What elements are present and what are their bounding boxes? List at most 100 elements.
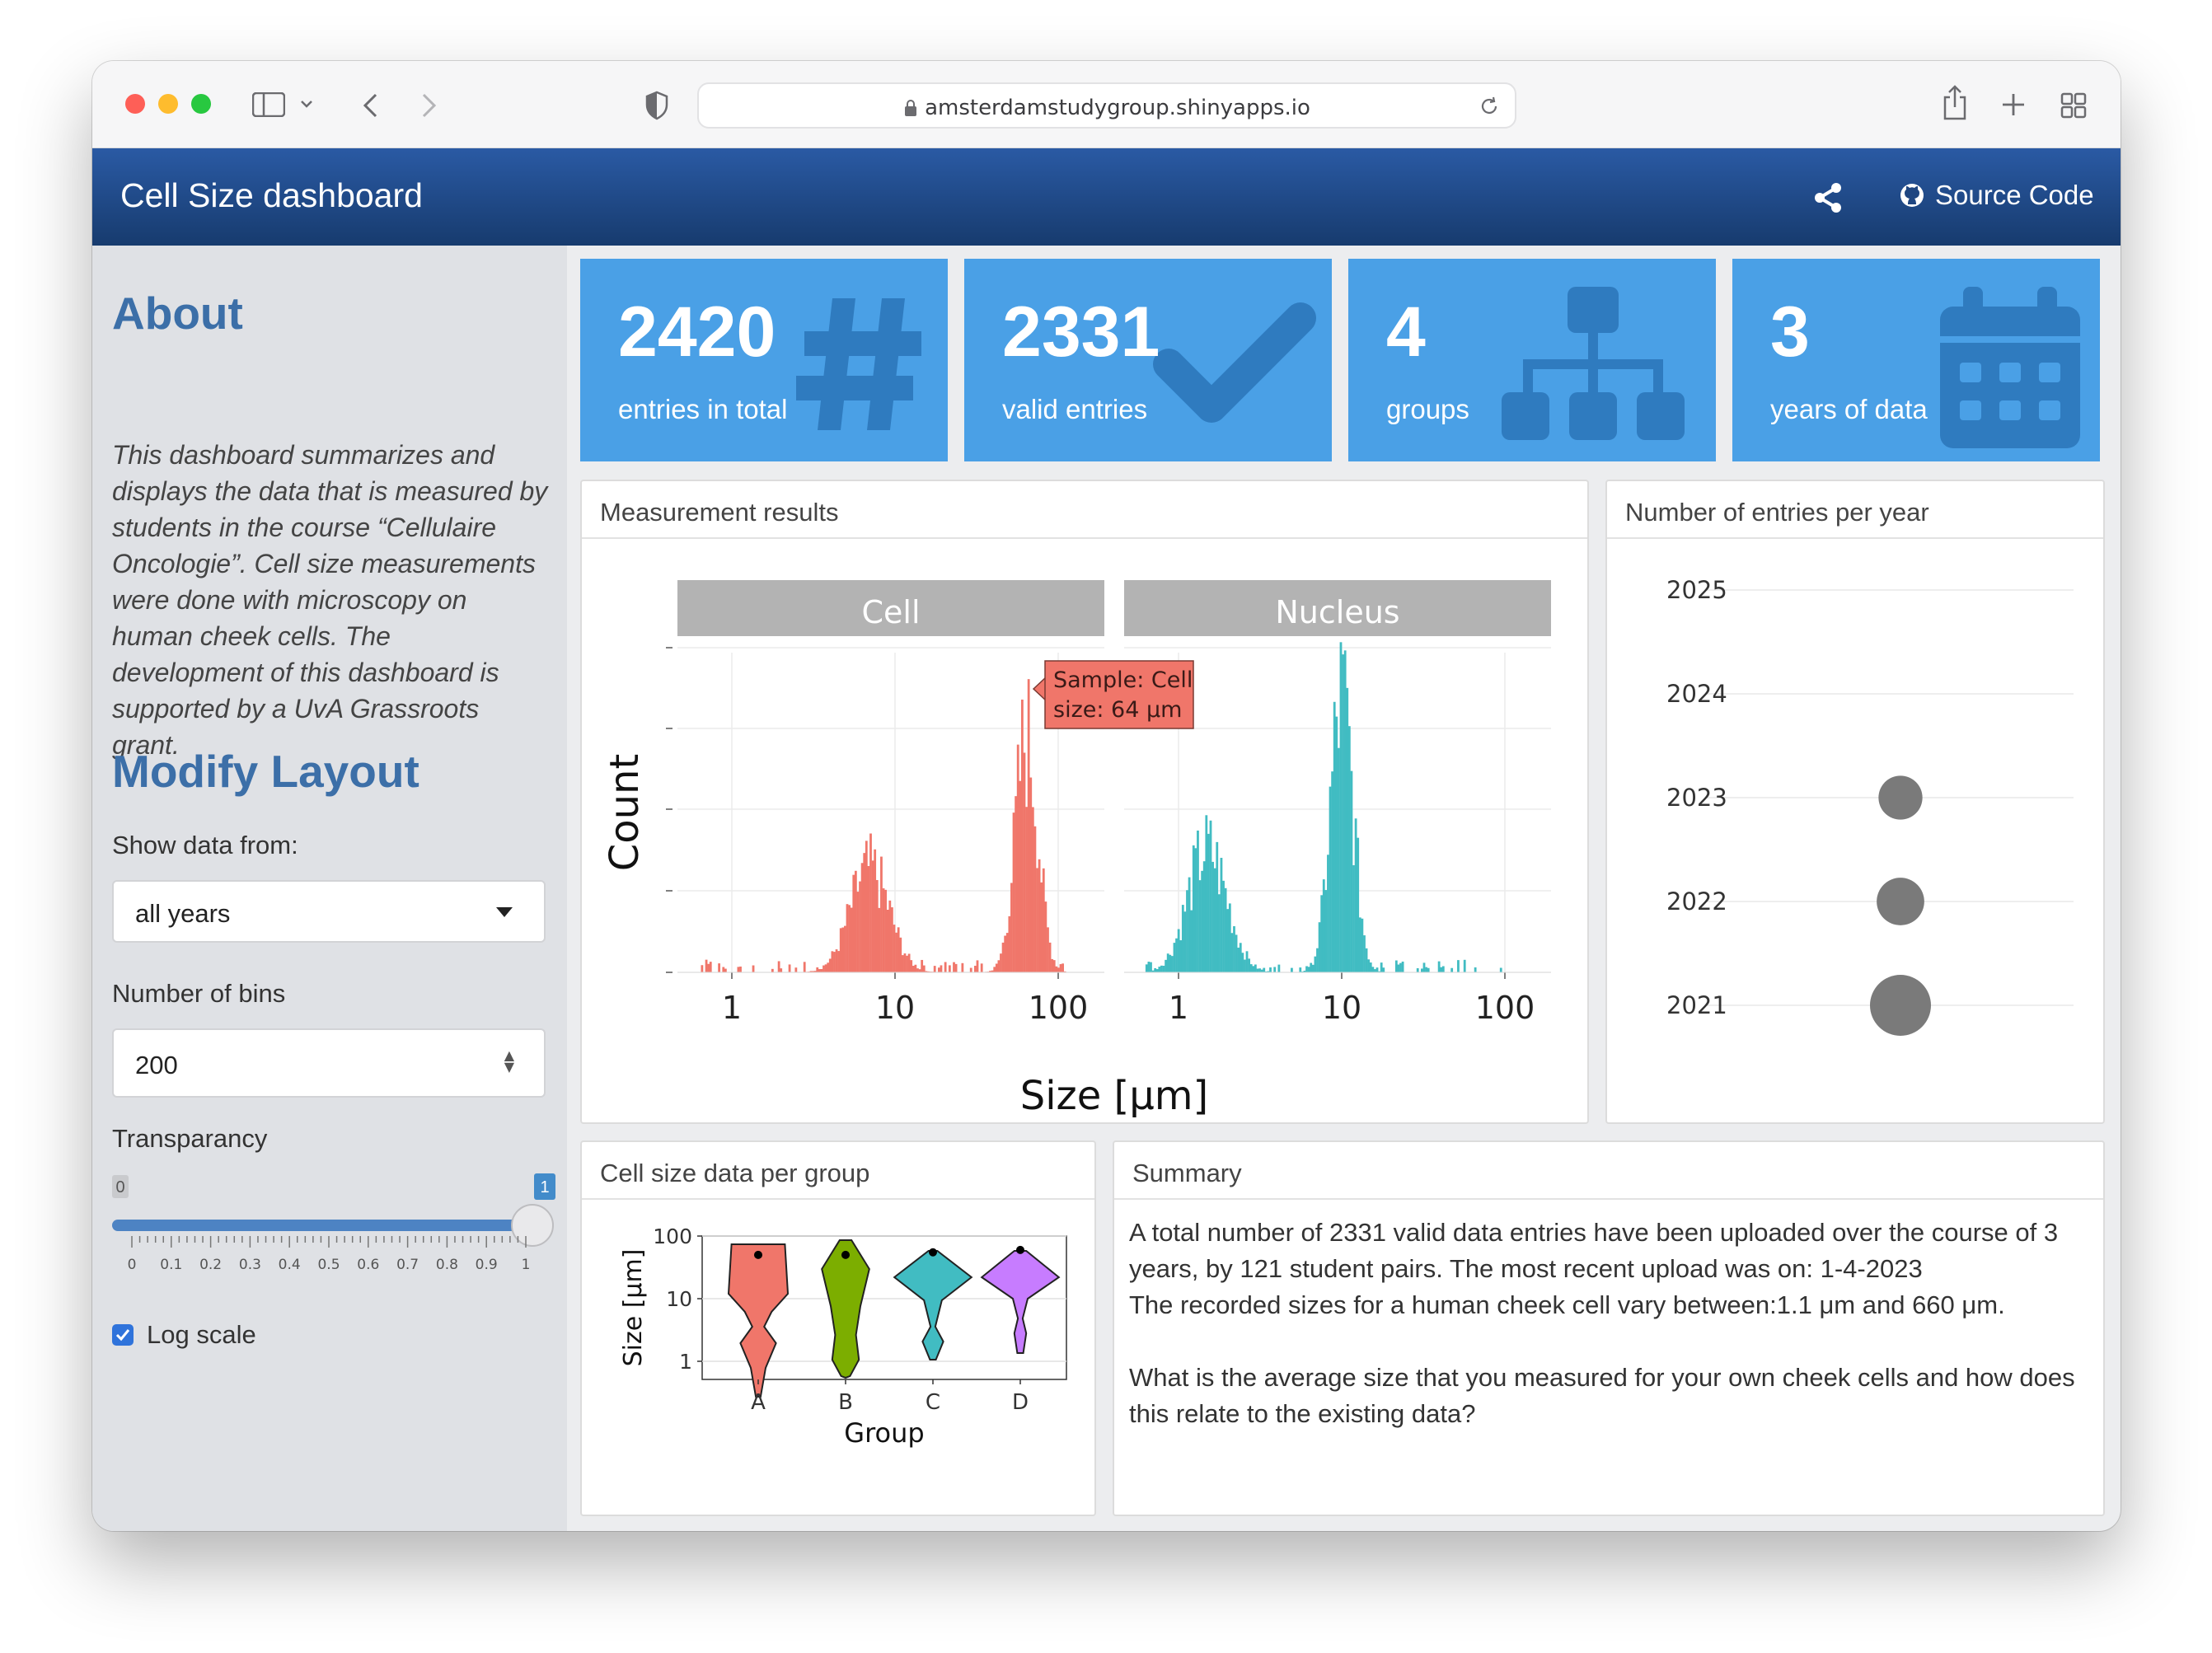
year-select[interactable]: all years (112, 880, 546, 943)
histogram-bar (1440, 967, 1443, 972)
histogram-bar (1005, 933, 1009, 972)
histogram-bar (1457, 960, 1460, 972)
year-label: 2025 (1666, 576, 1727, 604)
slider-tick-label: 0.9 (476, 1257, 498, 1273)
histogram-bar (1427, 967, 1430, 972)
new-tab-icon[interactable] (2001, 92, 2026, 117)
facet-label: Nucleus (1275, 594, 1399, 630)
histogram-bar (752, 965, 755, 972)
histogram-bar (922, 965, 926, 972)
slider-max-label: 1 (540, 1178, 549, 1196)
year-label: 2022 (1666, 887, 1727, 915)
shield-icon[interactable] (644, 91, 669, 120)
bins-input[interactable]: 200 ▲ ▼ (112, 1028, 546, 1098)
bins-label: Number of bins (112, 979, 286, 1008)
slider-tick-label: 0.1 (160, 1257, 182, 1273)
histogram-bar (1422, 962, 1426, 972)
slider-tick-label: 0 (128, 1257, 137, 1273)
year-point[interactable] (1870, 975, 1931, 1036)
histogram-bar (1371, 967, 1375, 972)
log-scale-checkbox[interactable]: Log scale (112, 1320, 256, 1350)
histogram-bar (860, 863, 864, 972)
log-scale-label: Log scale (147, 1320, 256, 1349)
histogram-bar (816, 967, 819, 972)
violin-median (841, 1250, 850, 1259)
back-icon[interactable] (361, 92, 381, 119)
y-tick-label: 1 (679, 1350, 692, 1374)
histogram-bar (1216, 841, 1219, 972)
histogram-bar (1166, 953, 1169, 972)
violin-chart[interactable]: 1 10 100Size [μm] A B C D Group (582, 1201, 1094, 1515)
x-tick-label: 1 (722, 990, 742, 1026)
summary-title: Summary (1132, 1159, 1242, 1187)
histogram-bar (1038, 859, 1041, 972)
stepper-icon[interactable]: ▲ ▼ (504, 1049, 514, 1074)
histogram-bar (1181, 905, 1184, 972)
histogram-bar (841, 927, 845, 972)
x-tick-label: 100 (1475, 990, 1535, 1026)
histogram-bar (1198, 880, 1202, 972)
histogram-bar (739, 966, 742, 972)
histogram-bar (818, 969, 821, 972)
histogram-bar (1441, 966, 1445, 972)
groups-value: 4 (1386, 293, 1426, 372)
address-bar[interactable]: amsterdamstudygroup.shinyapps.io (697, 82, 1516, 129)
measurement-card: Measurement results Cell 1 10 100 Nucleus 1 10… (580, 480, 1589, 1124)
forward-icon[interactable] (419, 92, 438, 119)
year-point[interactable] (1878, 775, 1923, 820)
lock-icon (905, 100, 917, 116)
histogram-bar (1197, 830, 1199, 972)
close-window-button[interactable] (125, 94, 145, 114)
measurement-title: Measurement results (600, 498, 839, 527)
y-tick-label: 10 (666, 1287, 692, 1311)
histogram-bar (1363, 935, 1366, 972)
tab-overview-icon[interactable] (2060, 92, 2087, 119)
year-point[interactable] (1877, 878, 1924, 925)
histogram-bar (824, 964, 827, 972)
histogram-bar (839, 928, 842, 972)
histogram-bar (1254, 964, 1257, 972)
histogram-bar (1055, 966, 1058, 972)
histogram-bar (1437, 961, 1441, 972)
histogram-bar (1399, 962, 1402, 972)
years-value: 3 (1770, 293, 1810, 372)
zoom-window-button[interactable] (191, 94, 211, 114)
chevron-down-icon[interactable] (300, 99, 313, 109)
histogram-bar (1158, 967, 1161, 972)
histogram-bar (1357, 837, 1360, 972)
source-code-link[interactable]: Source Code (1899, 180, 2094, 211)
histogram-bar (1213, 868, 1216, 972)
histogram-bar (1320, 895, 1324, 972)
browser-window: amsterdamstudygroup.shinyapps.io Cell Si… (92, 61, 2121, 1531)
histogram-bar (1048, 942, 1052, 972)
check-icon (1153, 302, 1316, 423)
histogram-bar (1145, 964, 1148, 972)
reload-icon[interactable] (1479, 96, 1500, 117)
sidebar-toggle-icon[interactable] (252, 92, 285, 117)
slider-tick-label: 1 (522, 1257, 531, 1273)
entries-per-year-chart[interactable]: 2025 2024 2023 2022 2021 (1607, 541, 2103, 1122)
slider-min-label: 0 (115, 1178, 124, 1196)
histogram-bar (918, 969, 921, 972)
histogram-bar (993, 967, 996, 972)
sitemap-icon (1502, 287, 1685, 440)
histogram-bar (794, 967, 798, 972)
histogram-bar (1228, 903, 1231, 972)
violin-median (929, 1248, 937, 1257)
histogram-bar (705, 959, 708, 972)
histogram-bar (831, 951, 834, 972)
slider-tick-label: 0.2 (199, 1257, 222, 1273)
histogram-bar (737, 967, 740, 972)
modify-layout-heading: Modify Layout (112, 746, 419, 797)
transparancy-slider[interactable]: 0 1 0 0.1 0.2 0.3 0.4 0.5 0.6 0.7 0.8 0.9 1 (112, 1168, 557, 1276)
histogram-bar (1327, 855, 1329, 972)
share-icon[interactable] (1942, 84, 1968, 120)
histogram-chart[interactable]: Cell 1 10 100 Nucleus 1 10 100 Count Size [μm] Sam… (582, 541, 1587, 1122)
histogram-bar (1033, 826, 1037, 972)
checkbox-checked-icon[interactable] (112, 1324, 134, 1346)
x-tick-label: A (751, 1390, 766, 1415)
minimize-window-button[interactable] (158, 94, 178, 114)
share-nodes-icon[interactable] (1811, 181, 1844, 214)
histogram-bar (1401, 961, 1404, 972)
histogram-bar (1416, 968, 1419, 972)
